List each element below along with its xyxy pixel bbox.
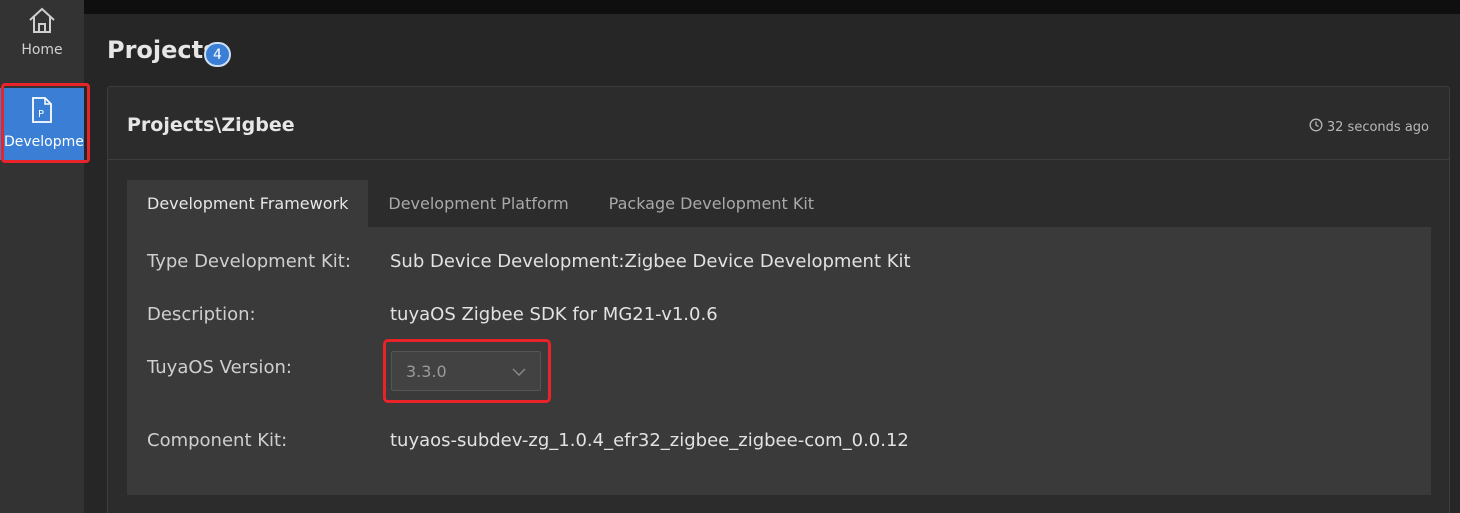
tab-development-framework[interactable]: Development Framework (127, 180, 369, 227)
page-title: Projects (107, 36, 218, 64)
tab-development-platform[interactable]: Development Platform (368, 180, 588, 227)
description-value: tuyaOS Zigbee SDK for MG21-v1.0.6 (390, 304, 718, 325)
chevron-down-icon (512, 362, 526, 381)
svg-text:P: P (38, 109, 44, 120)
top-bar (84, 0, 1460, 14)
home-icon (27, 6, 57, 38)
select-value: 3.3.0 (406, 361, 447, 381)
project-path: Projects\Zigbee (127, 114, 295, 136)
sidebar-item-label: Home (21, 42, 63, 58)
type-kit-value: Sub Device Development:Zigbee Device Dev… (390, 251, 911, 272)
tab-package-development-kit[interactable]: Package Development Kit (589, 180, 834, 227)
card-header: Projects\Zigbee 32 seconds ago (108, 87, 1449, 160)
tuyaos-version-label: TuyaOS Version: (147, 357, 292, 378)
component-kit-label: Component Kit: (147, 430, 288, 451)
tuyaos-version-select[interactable]: 3.3.0 (391, 351, 541, 391)
tab-bar: Development Framework Development Platfo… (127, 180, 834, 227)
sidebar-item-label: Development (4, 134, 84, 150)
project-card: Projects\Zigbee 32 seconds ago Developme… (107, 86, 1450, 513)
project-count-badge: 4 (204, 42, 231, 67)
sidebar: Home P Development (0, 0, 84, 513)
tab-panel-framework: Type Development Kit: Sub Device Develop… (127, 227, 1431, 495)
sidebar-item-development[interactable]: P Development (0, 88, 84, 160)
clock-icon (1309, 118, 1323, 136)
time-text: 32 seconds ago (1326, 119, 1429, 135)
type-kit-label: Type Development Kit: (147, 251, 351, 272)
sidebar-item-home[interactable]: Home (0, 6, 84, 70)
component-kit-value: tuyaos-subdev-zg_1.0.4_efr32_zigbee_zigb… (390, 430, 909, 451)
description-label: Description: (147, 304, 256, 325)
last-modified: 32 seconds ago (1309, 118, 1429, 136)
project-file-icon: P (31, 96, 53, 128)
app-window: Home P Development Projects 4 Projects\Z… (0, 0, 1460, 513)
